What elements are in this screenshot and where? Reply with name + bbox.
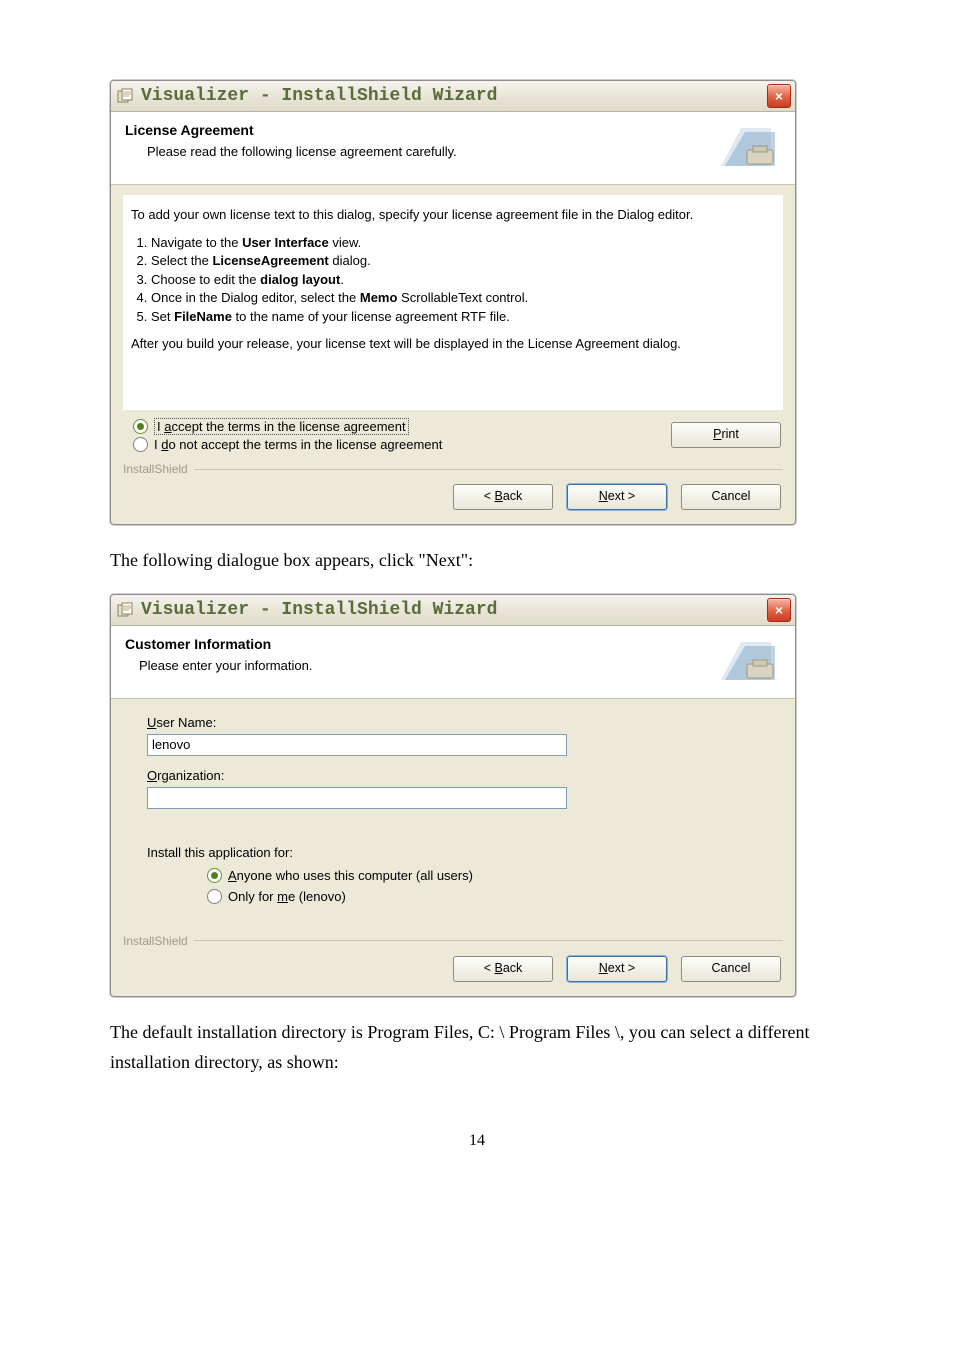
license-paragraph: After you build your release, your licen…	[123, 329, 783, 363]
window-title: Visualizer - InstallShield Wizard	[141, 86, 497, 106]
install-for-label: Install this application for:	[147, 845, 781, 860]
reject-radio-row[interactable]: I do not accept the terms in the license…	[133, 437, 442, 452]
accept-label: I accept the terms in the license agreem…	[154, 418, 409, 435]
installshield-label: InstallShield	[123, 934, 188, 948]
header-title: License Agreement	[125, 122, 717, 138]
customer-information-dialog: Visualizer - InstallShield Wizard × Cust…	[110, 594, 796, 997]
back-button[interactable]: < Back	[453, 484, 553, 510]
page-number: 14	[110, 1132, 844, 1150]
radio-unchecked-icon	[207, 889, 222, 904]
installshield-label: InstallShield	[123, 462, 188, 476]
license-text-area: To add your own license text to this dia…	[123, 195, 783, 410]
header-subtitle: Please enter your information.	[139, 658, 717, 673]
license-step: Once in the Dialog editor, select the Me…	[151, 289, 775, 307]
window-title: Visualizer - InstallShield Wizard	[141, 600, 497, 620]
form-body: User Name: Organization: Install this ap…	[111, 699, 795, 926]
license-paragraph: To add your own license text to this dia…	[123, 200, 783, 230]
document-paragraph: The following dialogue box appears, clic…	[110, 545, 844, 576]
radio-unchecked-icon	[133, 437, 148, 452]
close-icon[interactable]: ×	[767, 84, 791, 108]
next-button[interactable]: Next >	[567, 484, 667, 510]
organization-input[interactable]	[147, 787, 567, 809]
dialog-button-row: < Back Next > Cancel	[111, 948, 795, 996]
dialog-header: License Agreement Please read the follow…	[111, 112, 795, 185]
radio-checked-icon	[207, 868, 222, 883]
dialog-header: Customer Information Please enter your i…	[111, 626, 795, 699]
cancel-button[interactable]: Cancel	[681, 956, 781, 982]
license-step: Choose to edit the dialog layout.	[151, 271, 775, 289]
cancel-button[interactable]: Cancel	[681, 484, 781, 510]
install-only-me-radio[interactable]: Only for me (lenovo)	[207, 889, 781, 904]
user-name-input[interactable]	[147, 734, 567, 756]
back-button[interactable]: < Back	[453, 956, 553, 982]
header-subtitle: Please read the following license agreem…	[147, 144, 717, 159]
license-agreement-dialog: Visualizer - InstallShield Wizard × Lice…	[110, 80, 796, 525]
installer-icon	[117, 88, 133, 104]
license-steps-list: Navigate to the User Interface view. Sel…	[151, 234, 775, 326]
install-all-users-label: Anyone who uses this computer (all users…	[228, 868, 473, 883]
user-name-label: User Name:	[147, 715, 781, 730]
header-title: Customer Information	[125, 636, 717, 652]
document-paragraph: The default installation directory is Pr…	[110, 1017, 844, 1078]
install-all-users-radio[interactable]: Anyone who uses this computer (all users…	[207, 868, 781, 883]
license-step: Navigate to the User Interface view.	[151, 234, 775, 252]
header-graphic-icon	[717, 122, 781, 170]
print-button[interactable]: Print	[671, 422, 781, 448]
dialog-button-row: < Back Next > Cancel	[111, 476, 795, 524]
organization-label: Organization:	[147, 768, 781, 783]
license-step: Set FileName to the name of your license…	[151, 308, 775, 326]
header-graphic-icon	[717, 636, 781, 684]
titlebar: Visualizer - InstallShield Wizard ×	[111, 595, 795, 626]
next-button[interactable]: Next >	[567, 956, 667, 982]
reject-label: I do not accept the terms in the license…	[154, 437, 442, 452]
radio-checked-icon	[133, 419, 148, 434]
titlebar: Visualizer - InstallShield Wizard ×	[111, 81, 795, 112]
close-icon[interactable]: ×	[767, 598, 791, 622]
install-only-me-label: Only for me (lenovo)	[228, 889, 346, 904]
license-step: Select the LicenseAgreement dialog.	[151, 252, 775, 270]
accept-radio-row[interactable]: I accept the terms in the license agreem…	[133, 418, 442, 435]
installer-icon	[117, 602, 133, 618]
